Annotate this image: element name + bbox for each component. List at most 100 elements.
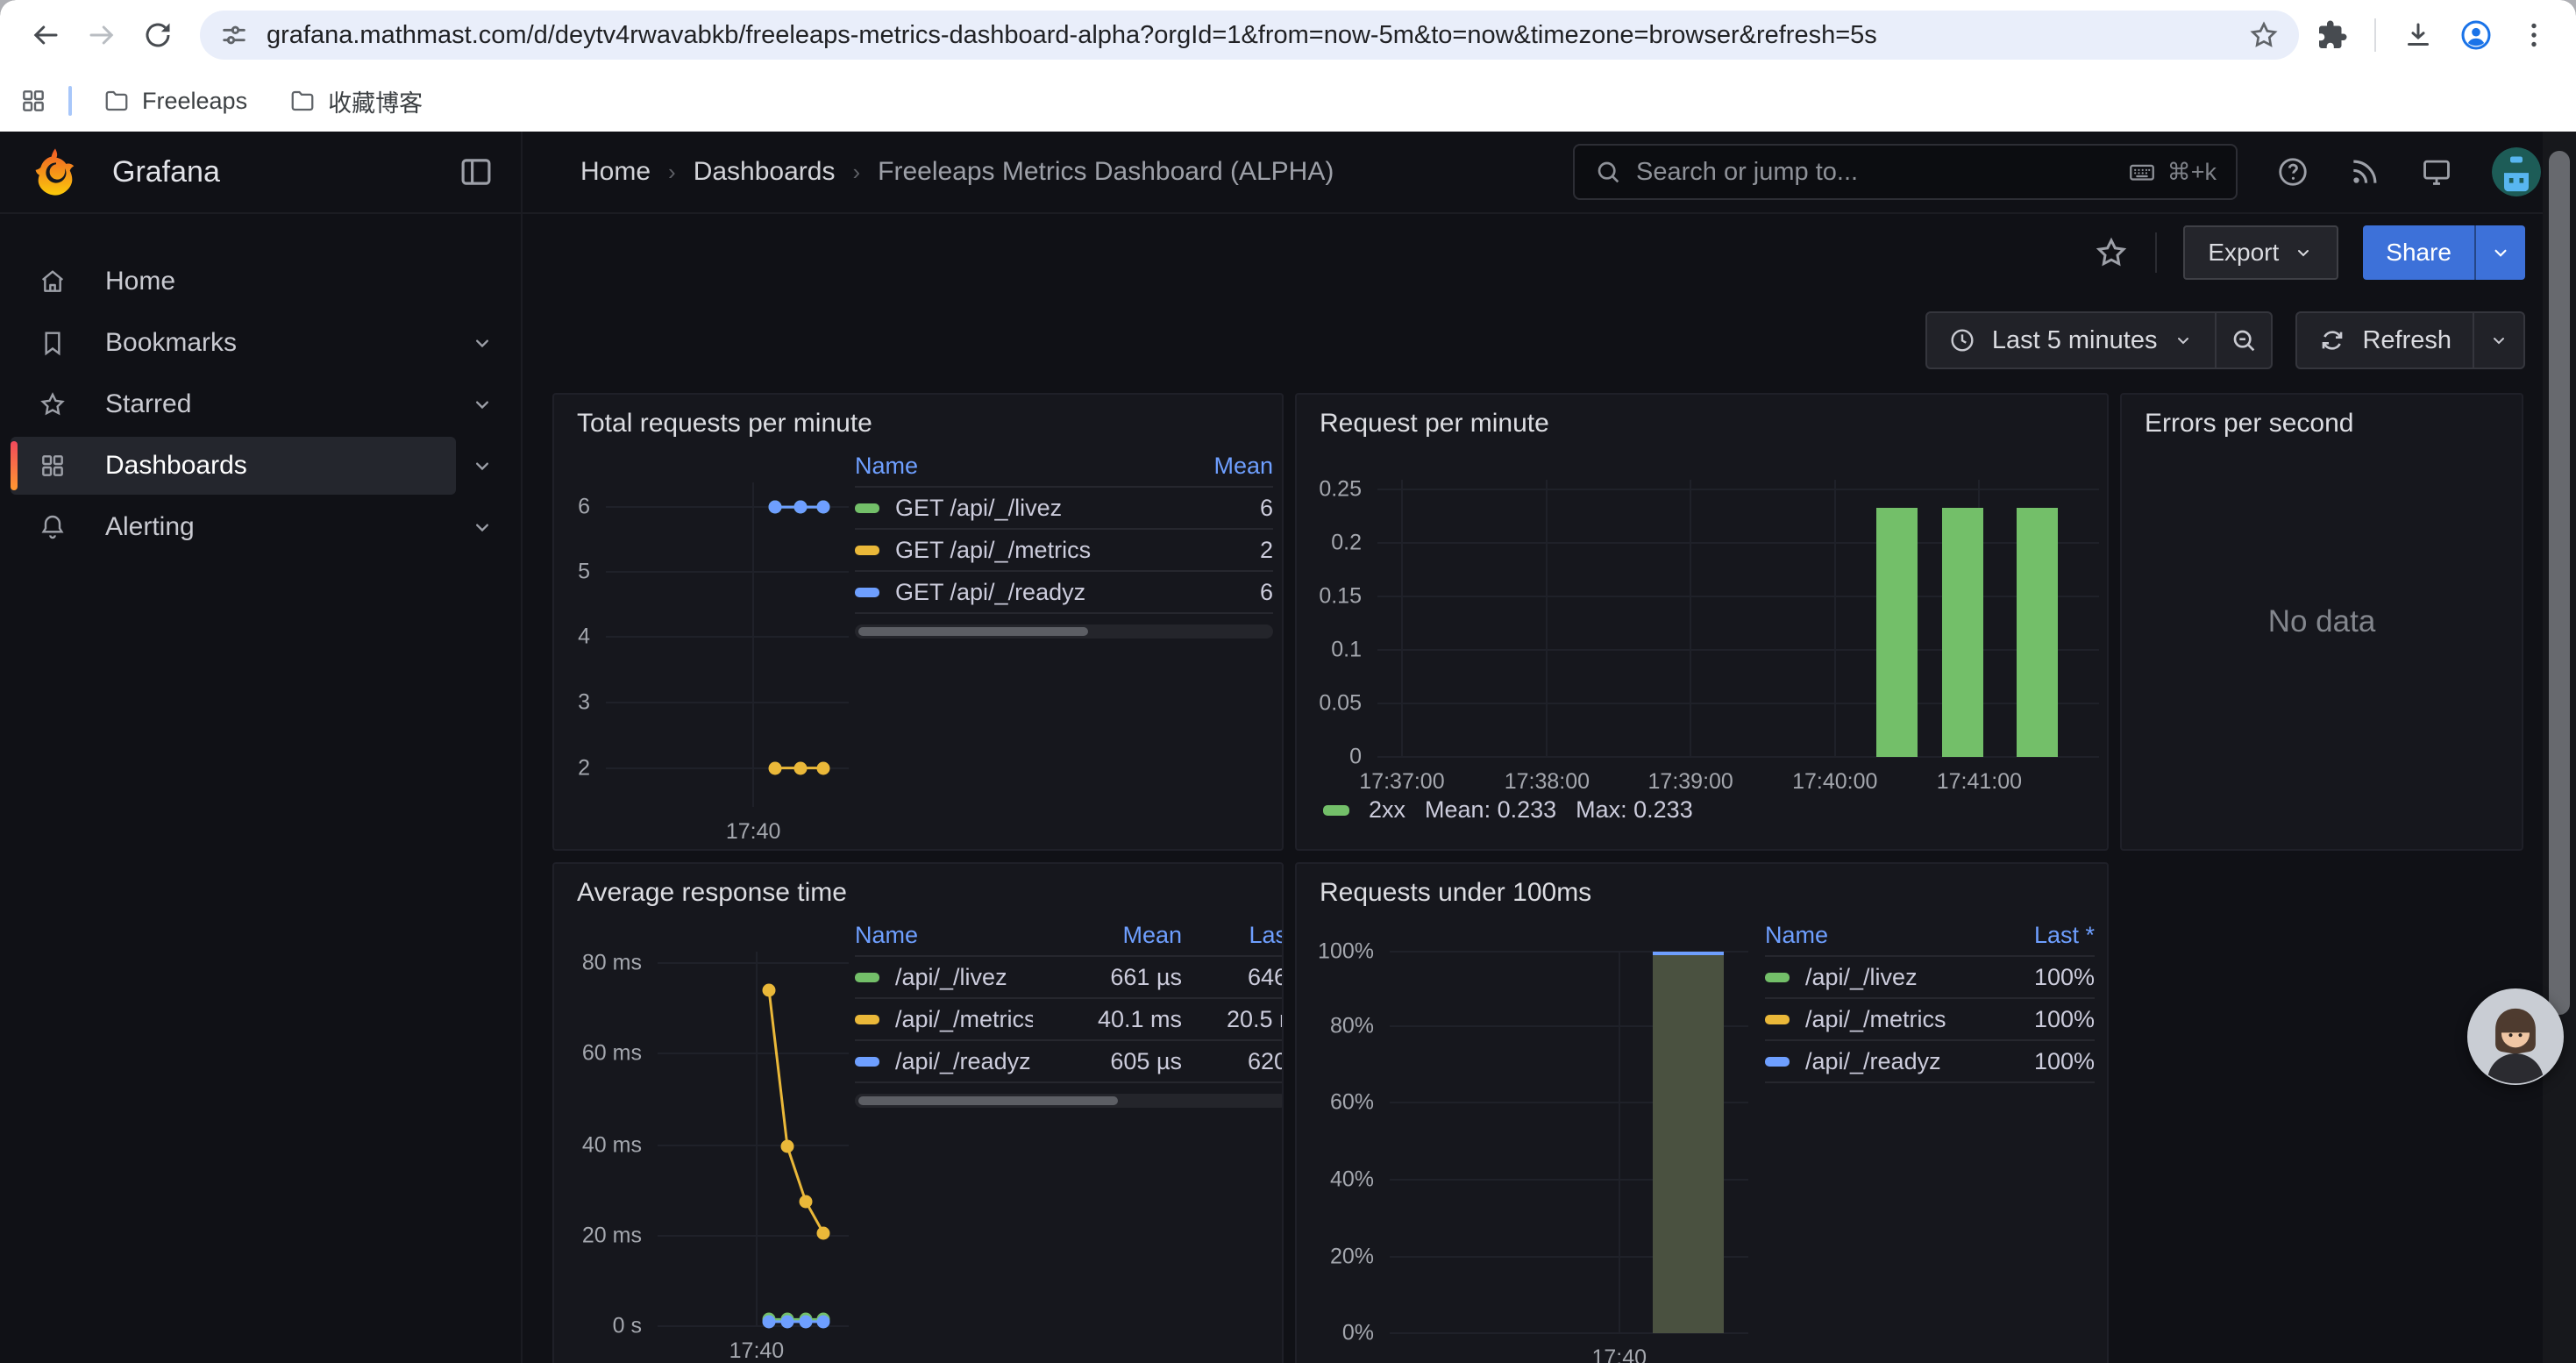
data-point	[799, 1195, 812, 1208]
share-label[interactable]: Share	[2363, 225, 2474, 280]
legend-column-header[interactable]: Name	[1765, 922, 1972, 949]
extensions-icon[interactable]	[2316, 19, 2348, 51]
legend-column-header[interactable]: Mean	[1168, 453, 1273, 480]
sidebar-link-dashboards[interactable]: Dashboards	[11, 437, 456, 495]
apps-grid-icon[interactable]	[19, 87, 47, 115]
bookmark-folder-freeleaps[interactable]: Freeleaps	[93, 82, 258, 120]
browser-menu-icon[interactable]	[2518, 19, 2550, 51]
grafana-brand[interactable]: Grafana	[112, 155, 426, 189]
profile-icon[interactable]	[2460, 19, 2492, 51]
floating-assistant-avatar[interactable]	[2467, 988, 2564, 1085]
y-axis-tick: 60%	[1330, 1089, 1374, 1115]
series-name[interactable]: /api/_/metrics	[1765, 1006, 1972, 1033]
bookmark-star-icon[interactable]	[2248, 19, 2280, 51]
legend-row: /api/_/readyz100%	[1765, 1039, 2095, 1081]
refresh-interval-chevron[interactable]	[2473, 313, 2523, 368]
news-rss-icon[interactable]	[2348, 155, 2381, 189]
legend-column-header[interactable]: Last *	[1972, 922, 2095, 949]
legend-column-header[interactable]: Mean	[1033, 922, 1182, 949]
legend-scrollbar-thumb[interactable]	[858, 627, 1088, 636]
refresh-icon	[2318, 326, 2346, 354]
series-color-swatch	[855, 1057, 879, 1067]
chart-plot[interactable]: 6543217:40	[606, 482, 849, 807]
search-input[interactable]: Search or jump to... ⌘+k	[1573, 144, 2238, 200]
reload-button[interactable]	[133, 11, 182, 60]
url-text[interactable]: grafana.mathmast.com/d/deytv4rwavabkb/fr…	[267, 21, 2234, 50]
sidebar-collapse-icon[interactable]	[458, 153, 495, 190]
sidebar-item-label: Home	[105, 267, 175, 296]
legend-column-header[interactable]: Name	[855, 453, 1168, 480]
export-button[interactable]: Export	[2183, 225, 2338, 280]
site-settings-icon[interactable]	[219, 20, 249, 50]
panel-average-response-time: Average response time 80 ms60 ms40 ms20 …	[552, 862, 1284, 1363]
chart-plot[interactable]: 100%80%60%40%20%0%17:40	[1390, 952, 1748, 1333]
chevron-down-icon[interactable]	[456, 392, 509, 417]
legend-scrollbar[interactable]	[855, 1094, 1284, 1108]
panel-title[interactable]: Requests under 100ms	[1320, 878, 1591, 908]
legend-value: 100%	[1972, 1006, 2095, 1033]
chevron-down-icon[interactable]	[456, 515, 509, 539]
data-point	[793, 761, 807, 774]
panel-title[interactable]: Errors per second	[2145, 409, 2353, 439]
legend-table: NameMeanGET /api/_/livez6GET /api/_/metr…	[855, 446, 1273, 639]
back-button[interactable]	[21, 11, 70, 60]
gridline-horizontal	[1377, 489, 2099, 490]
legend-scrollbar[interactable]	[855, 624, 1273, 639]
legend-scrollbar-thumb[interactable]	[858, 1096, 1118, 1105]
panel-title[interactable]: Total requests per minute	[577, 409, 872, 439]
legend-row: /api/_/metrics100%	[1765, 997, 2095, 1039]
series-name[interactable]: /api/_/livez	[1765, 964, 1972, 991]
x-axis-tick: 17:40	[726, 819, 781, 845]
breadcrumb-item[interactable]: Dashboards	[694, 157, 836, 187]
sidebar-link-alerting[interactable]: Alerting	[11, 498, 456, 556]
chart-plot[interactable]: 80 ms60 ms40 ms20 ms0 s17:40	[658, 952, 849, 1326]
zoom-out-button[interactable]	[2215, 313, 2271, 368]
legend-column-header[interactable]: Las	[1182, 922, 1284, 949]
gridline-vertical	[1834, 480, 1836, 757]
series-name[interactable]: GET /api/_/metrics	[855, 537, 1168, 564]
scrollbar-thumb[interactable]	[2549, 151, 2570, 1015]
chevron-down-icon[interactable]	[456, 331, 509, 355]
shortcut-keys: ⌘+k	[2167, 159, 2217, 186]
sidebar-link-starred[interactable]: Starred	[11, 375, 456, 433]
series-name[interactable]: /api/_/readyz	[1765, 1048, 1972, 1075]
page-scrollbar[interactable]	[2543, 132, 2576, 1363]
favorite-star-icon[interactable]	[2094, 235, 2129, 270]
sidebar-item-label: Bookmarks	[105, 328, 237, 358]
series-name[interactable]: /api/_/livez	[855, 964, 1033, 991]
series-name[interactable]: GET /api/_/livez	[855, 495, 1168, 522]
legend-column-header[interactable]: Name	[855, 922, 1033, 949]
forward-button[interactable]	[77, 11, 126, 60]
series-name[interactable]: 2xx	[1369, 796, 1405, 824]
refresh-button[interactable]: Refresh	[2297, 313, 2473, 368]
share-dropdown-chevron[interactable]	[2474, 225, 2525, 280]
help-icon[interactable]	[2276, 155, 2309, 189]
series-color-swatch	[855, 546, 879, 555]
bookmark-folder-blogs[interactable]: 收藏博客	[279, 79, 433, 124]
downloads-icon[interactable]	[2402, 19, 2434, 51]
sidebar-link-bookmarks[interactable]: Bookmarks	[11, 314, 456, 372]
address-bar[interactable]: grafana.mathmast.com/d/deytv4rwavabkb/fr…	[200, 11, 2299, 60]
share-button[interactable]: Share	[2363, 225, 2525, 280]
series-name[interactable]: GET /api/_/readyz	[855, 579, 1168, 606]
y-axis-tick: 5	[578, 560, 590, 585]
panel-title[interactable]: Average response time	[577, 878, 847, 908]
time-range-picker[interactable]: Last 5 minutes	[1927, 313, 2216, 368]
user-avatar[interactable]	[2492, 147, 2541, 196]
chevron-down-icon[interactable]	[456, 453, 509, 478]
x-axis-tick: 17:37:00	[1359, 769, 1444, 795]
series-name[interactable]: /api/_/metrics	[855, 1006, 1033, 1033]
sidebar-link-home[interactable]: Home	[11, 253, 456, 310]
x-axis-tick: 17:40	[729, 1338, 785, 1363]
bookmark-drag-indicator	[68, 86, 72, 116]
grafana-logo-icon[interactable]	[30, 146, 81, 197]
display-kiosk-icon[interactable]	[2420, 155, 2453, 189]
series-name[interactable]: /api/_/readyz	[855, 1048, 1033, 1075]
panel-title[interactable]: Request per minute	[1320, 409, 1549, 439]
bar	[1653, 952, 1724, 1333]
y-axis-tick: 40%	[1330, 1167, 1374, 1193]
y-axis-tick: 0	[1349, 745, 1362, 770]
breadcrumb-item[interactable]: Home	[580, 157, 651, 187]
breadcrumb: Home›Dashboards›Freeleaps Metrics Dashbo…	[580, 157, 1334, 187]
chart-plot[interactable]: 0.250.20.150.10.05017:37:0017:38:0017:39…	[1377, 480, 2099, 757]
